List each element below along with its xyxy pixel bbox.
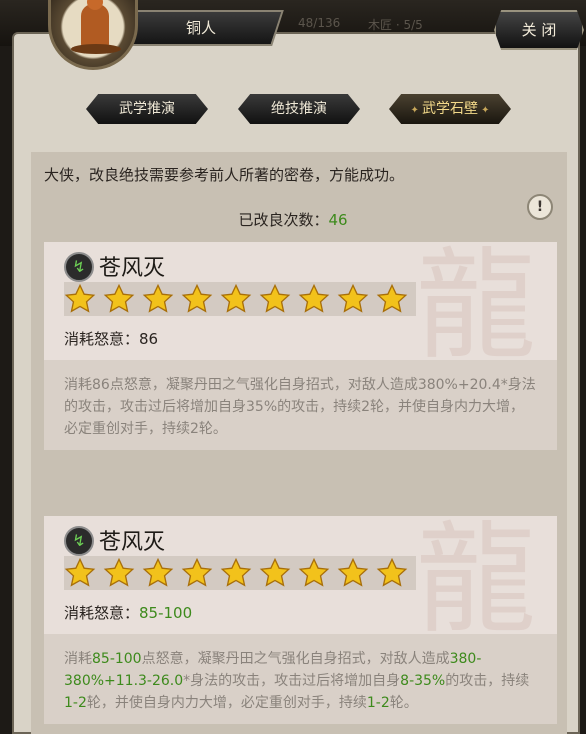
rage-cost-value: 86 — [139, 330, 159, 348]
star-icon — [103, 557, 135, 589]
description-highlight: 1-2 — [64, 695, 87, 711]
skill-name: 苍风灭 — [99, 256, 166, 281]
star-icon — [298, 283, 330, 315]
star-icon — [181, 557, 213, 589]
tab-ultimate-deduction[interactable]: 绝技推演 — [238, 94, 360, 124]
star-icon — [259, 557, 291, 589]
page-title: 铜人 — [185, 19, 216, 37]
star-rating — [64, 556, 416, 590]
ornament-icon: ✦ — [410, 105, 422, 116]
star-icon — [298, 557, 330, 589]
skill-description: 消耗85-100点怒意，凝聚丹田之气强化自身招式，对敌人造成380-380%+1… — [44, 634, 557, 714]
star-rating — [64, 282, 416, 316]
skill-card-header: 龍 ↯ 苍风灭 消耗怒意：85-100 — [44, 516, 557, 650]
skill-description-box: 消耗86点怒意，凝聚丹田之气强化自身招式，对敌人造成380%+20.4*身法的攻… — [44, 360, 557, 450]
star-icon — [103, 283, 135, 315]
dragon-watermark-icon: 龍 — [416, 516, 536, 650]
improve-count: 已改良次数：46 — [0, 209, 586, 230]
rage-cost-label: 消耗怒意： — [64, 330, 140, 348]
skill-card: 龍 ↯ 苍风灭 消耗怒意：86 消耗86点怒意，凝聚丹田之气强化自身招式，对敌人… — [44, 242, 557, 450]
star-icon — [142, 557, 174, 589]
star-icon — [337, 557, 369, 589]
star-icon — [220, 283, 252, 315]
tab-label: 武学推演 — [119, 101, 175, 117]
exclamation-icon[interactable]: ! — [527, 194, 553, 220]
description-text-segment: *身法的攻击，攻击过后将增加自身 — [183, 673, 401, 689]
dragon-watermark-icon: 龍 — [416, 242, 536, 376]
description-text-segment: 消耗 — [64, 651, 92, 667]
skill-description-box: 消耗85-100点怒意，凝聚丹田之气强化自身招式，对敌人造成380-380%+1… — [44, 634, 557, 724]
description-text-segment: 点怒意，凝聚丹田之气强化自身招式，对敌人造成 — [141, 651, 450, 667]
rage-cost-label: 消耗怒意： — [64, 604, 140, 622]
star-icon — [142, 283, 174, 315]
star-icon — [220, 557, 252, 589]
description-highlight: 85-100 — [92, 651, 142, 667]
notice-text: 大侠，改良绝技需要参考前人所著的密卷，方能成功。 — [44, 166, 405, 184]
star-icon — [64, 557, 96, 589]
statue-base-icon — [71, 44, 121, 54]
description-text-segment: 轮，并使自身内力大增，必定重创对手，持续 — [86, 695, 367, 711]
rage-cost: 消耗怒意：85-100 — [64, 602, 192, 623]
skill-card: 龍 ↯ 苍风灭 消耗怒意：85-100 消耗85-100点怒意，凝聚丹田之气强化… — [44, 516, 557, 724]
star-icon — [337, 283, 369, 315]
tab-martial-stone-wall[interactable]: ✦ 武学石壁 ✦ — [389, 94, 511, 124]
skill-card-header: 龍 ↯ 苍风灭 消耗怒意：86 — [44, 242, 557, 376]
star-icon — [259, 283, 291, 315]
improve-count-label: 已改良次数： — [238, 211, 329, 229]
faded-stat-right: 木匠 · 5/5 — [368, 18, 423, 32]
description-text-segment: 的攻击，持续 — [445, 673, 530, 689]
wind-swirl-icon[interactable]: ↯ — [64, 526, 94, 556]
improve-count-value: 46 — [328, 211, 348, 229]
tab-martial-deduction[interactable]: 武学推演 — [86, 94, 208, 124]
star-icon — [64, 283, 96, 315]
star-icon — [181, 283, 213, 315]
title-plate: 铜人 — [118, 10, 284, 46]
ornament-icon: ✦ — [478, 105, 490, 116]
description-text-segment: 轮。 — [389, 695, 418, 711]
close-button[interactable]: 关 闭 — [494, 10, 584, 50]
tab-label: 绝技推演 — [271, 101, 327, 117]
rage-cost: 消耗怒意：86 — [64, 328, 158, 349]
faded-stat-left: 48/136 — [298, 16, 341, 30]
description-highlight: 8-35% — [400, 673, 446, 689]
tab-label: 武学石壁 — [422, 101, 478, 117]
star-icon — [376, 283, 408, 315]
description-highlight: 1-2 — [366, 695, 390, 711]
rage-cost-value: 85-100 — [139, 604, 193, 622]
wind-swirl-icon[interactable]: ↯ — [64, 252, 94, 282]
statue-figure-icon — [81, 0, 109, 48]
star-icon — [376, 557, 408, 589]
skill-name: 苍风灭 — [99, 530, 166, 555]
skill-description: 消耗86点怒意，凝聚丹田之气强化自身招式，对敌人造成380%+20.4*身法的攻… — [64, 377, 536, 437]
